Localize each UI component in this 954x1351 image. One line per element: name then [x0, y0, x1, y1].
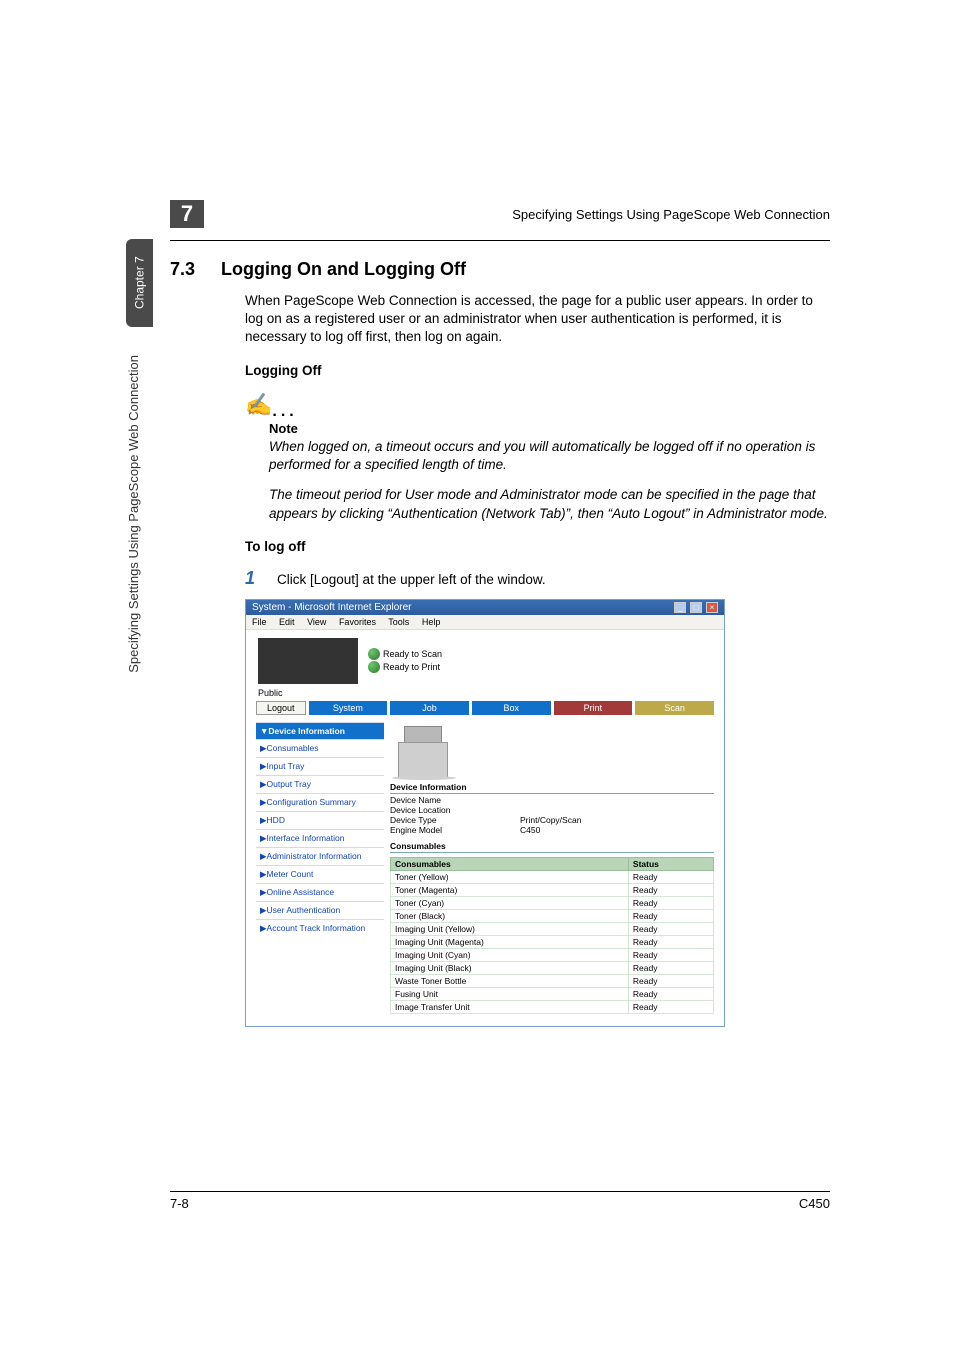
subhead-to-log-off: To log off: [245, 539, 830, 554]
cons-col-status: Status: [628, 857, 713, 870]
consumables-table: Consumables Status Toner (Yellow)Ready T…: [390, 857, 714, 1014]
sidebar-item-output-tray[interactable]: ▶Output Tray: [256, 775, 384, 793]
window-title: System - Microsoft Internet Explorer: [252, 602, 412, 613]
table-row: Imaging Unit (Cyan)Ready: [391, 948, 714, 961]
devinfo-val: Print/Copy/Scan: [520, 815, 581, 825]
footer-model: C450: [799, 1196, 830, 1211]
chapter-tab: Chapter 7: [126, 239, 153, 327]
table-row: Imaging Unit (Black)Ready: [391, 961, 714, 974]
sidebar-item-device-information[interactable]: ▼Device Information: [256, 722, 384, 739]
consumables-heading: Consumables: [390, 841, 714, 853]
footer-page-number: 7-8: [170, 1196, 189, 1211]
page-footer: 7-8 C450: [170, 1191, 830, 1211]
sidebar-item-consumables[interactable]: ▶Consumables: [256, 739, 384, 757]
status-ready-scan: Ready to Scan: [383, 649, 442, 659]
section-title: Logging On and Logging Off: [221, 259, 466, 280]
note-block: ✍... Note When logged on, a timeout occu…: [245, 392, 830, 523]
note-paragraph-1: When logged on, a timeout occurs and you…: [269, 438, 830, 474]
public-label: Public: [246, 688, 724, 701]
window-controls: _ □ ×: [673, 602, 718, 613]
note-dots-icon: ...: [272, 403, 297, 420]
table-row: Fusing UnitReady: [391, 987, 714, 1000]
sidebar: ▼Device Information ▶Consumables ▶Input …: [256, 722, 384, 1014]
devinfo-key: Device Type: [390, 815, 520, 825]
devinfo-key: Device Location: [390, 805, 520, 815]
devinfo-val: C450: [520, 825, 540, 835]
logo-placeholder: [258, 638, 358, 684]
table-row: Waste Toner BottleReady: [391, 974, 714, 987]
menu-tools[interactable]: Tools: [388, 617, 409, 627]
close-icon[interactable]: ×: [706, 602, 718, 613]
section-number: 7.3: [170, 259, 195, 280]
note-hand-icon: ✍: [245, 392, 272, 418]
cons-col-name: Consumables: [391, 857, 629, 870]
sidebar-item-account-track[interactable]: ▶Account Track Information: [256, 919, 384, 937]
status-area: Ready to Scan Ready to Print: [368, 648, 442, 674]
device-info-heading: Device Information: [390, 782, 714, 794]
sidebar-item-online-assistance[interactable]: ▶Online Assistance: [256, 883, 384, 901]
table-row: Imaging Unit (Magenta)Ready: [391, 935, 714, 948]
status-ready-print: Ready to Print: [383, 662, 440, 672]
step-text-1: Click [Logout] at the upper left of the …: [277, 572, 546, 587]
status-led-icon: [368, 661, 380, 673]
tab-box[interactable]: Box: [472, 701, 551, 715]
sidebar-item-hdd[interactable]: ▶HDD: [256, 811, 384, 829]
menu-favorites[interactable]: Favorites: [339, 617, 376, 627]
step-number-1: 1: [245, 568, 255, 589]
table-row: Toner (Black)Ready: [391, 909, 714, 922]
menu-edit[interactable]: Edit: [279, 617, 295, 627]
sidebar-item-interface-info[interactable]: ▶Interface Information: [256, 829, 384, 847]
table-row: Image Transfer UnitReady: [391, 1000, 714, 1013]
subhead-logging-off: Logging Off: [245, 363, 830, 378]
sidebar-item-user-auth[interactable]: ▶User Authentication: [256, 901, 384, 919]
tab-system[interactable]: System: [309, 701, 388, 715]
header-rule: [170, 240, 830, 241]
running-head: Specifying Settings Using PageScope Web …: [512, 207, 830, 222]
table-row: Toner (Magenta)Ready: [391, 883, 714, 896]
window-titlebar: System - Microsoft Internet Explorer _ □…: [246, 600, 724, 615]
side-running-title: Specifying Settings Using PageScope Web …: [126, 355, 141, 673]
devinfo-key: Engine Model: [390, 825, 520, 835]
menu-file[interactable]: File: [252, 617, 267, 627]
tab-print[interactable]: Print: [554, 701, 633, 715]
browser-menubar: File Edit View Favorites Tools Help: [246, 615, 724, 630]
minimize-icon[interactable]: _: [674, 602, 686, 613]
sidebar-item-admin-info[interactable]: ▶Administrator Information: [256, 847, 384, 865]
sidebar-item-config-summary[interactable]: ▶Configuration Summary: [256, 793, 384, 811]
embedded-screenshot: System - Microsoft Internet Explorer _ □…: [245, 599, 725, 1027]
table-row: Toner (Cyan)Ready: [391, 896, 714, 909]
logout-button[interactable]: Logout: [256, 701, 306, 715]
note-paragraph-2: The timeout period for User mode and Adm…: [269, 486, 830, 522]
table-row: Imaging Unit (Yellow)Ready: [391, 922, 714, 935]
note-label: Note: [269, 421, 830, 436]
chapter-number-badge: 7: [170, 200, 204, 228]
sidebar-item-meter-count[interactable]: ▶Meter Count: [256, 865, 384, 883]
printer-illustration: [390, 722, 460, 778]
tab-job[interactable]: Job: [390, 701, 469, 715]
maximize-icon[interactable]: □: [690, 602, 702, 613]
devinfo-key: Device Name: [390, 795, 520, 805]
sidebar-item-input-tray[interactable]: ▶Input Tray: [256, 757, 384, 775]
status-led-icon: [368, 648, 380, 660]
table-row: Toner (Yellow)Ready: [391, 870, 714, 883]
device-info-block: Device Information Device Name Device Lo…: [390, 782, 714, 835]
section-intro: When PageScope Web Connection is accesse…: [245, 292, 830, 347]
menu-help[interactable]: Help: [422, 617, 441, 627]
tab-scan[interactable]: Scan: [635, 701, 714, 715]
menu-view[interactable]: View: [307, 617, 326, 627]
